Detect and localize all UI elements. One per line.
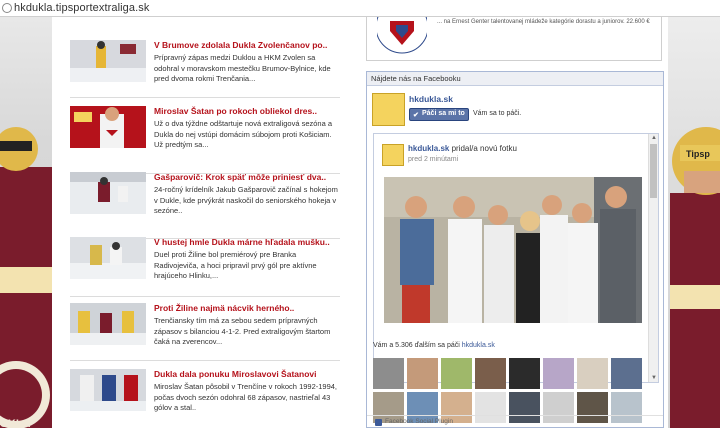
globe-icon	[2, 3, 12, 13]
news-description: 24-ročný krídelník Jakub Gašparovič začí…	[154, 185, 338, 215]
fb-fans-summary: Vám a 5.306 ďalším sa páči hkdukla.sk	[373, 342, 495, 349]
news-title[interactable]: Miroslav Šatan po rokoch obliekol dres..	[154, 106, 317, 116]
news-item[interactable]: Miroslav Šatan po rokoch obliekol dres..…	[70, 106, 340, 168]
news-item[interactable]: Gašparovič: Krok späť môže priniesť dva.…	[70, 172, 340, 234]
svg-text:DUKLA: DUKLA	[0, 418, 31, 428]
news-description: Už o dva týždne odštartuje nová extralig…	[154, 119, 333, 149]
news-thumbnail[interactable]	[70, 303, 146, 345]
scroll-up-icon[interactable]: ▲	[651, 135, 657, 141]
fb-page-name-link[interactable]: hkdukla.sk	[409, 94, 453, 104]
news-item[interactable]: V hustej hmle Dukla márne hľadala mušku.…	[70, 237, 340, 299]
news-item[interactable]: Proti Žiline najmä nácvik herného.. Tren…	[70, 303, 340, 365]
fb-plugin-label[interactable]: Facebook Social Plugin	[385, 418, 453, 425]
fb-page-logo[interactable]	[372, 93, 405, 126]
facebook-icon	[375, 419, 382, 426]
news-thumbnail[interactable]	[70, 237, 146, 279]
fb-post-header: hkdukla.sk pridal/a novú fotku	[408, 144, 517, 153]
divider	[70, 296, 340, 297]
divider	[70, 360, 340, 361]
fb-like-button-label: Páči sa mi to	[422, 110, 465, 117]
address-bar[interactable]: hkdukla.tipsportextraliga.sk	[0, 0, 720, 17]
background-right-player: Tipsp	[668, 17, 720, 428]
sponsor-text: ... na Ernest Genter talentovanej mládež…	[437, 19, 650, 25]
player-right-image: Tipsp	[670, 127, 720, 428]
svg-text:Tipsp: Tipsp	[686, 149, 710, 159]
news-title[interactable]: Proti Žiline najmä nácvik herného..	[154, 303, 294, 313]
background-left-player: SI DUKLA	[0, 17, 52, 428]
fb-plugin-footer: Facebook Social Plugin	[367, 415, 663, 428]
fan-avatar	[373, 358, 642, 423]
news-title[interactable]: V Brumove zdolala Dukla Zvolenčanov po..	[154, 40, 327, 50]
sponsor-box: ... na Ernest Genter talentovanej mládež…	[366, 17, 662, 61]
player-left-image: SI DUKLA	[0, 127, 52, 428]
news-description: Duel proti Žiline bol premiérový pre Bra…	[154, 250, 317, 280]
facebook-widget: Nájdete nás na Facebooku hkdukla.sk ✔ Pá…	[366, 71, 664, 428]
divider	[70, 97, 340, 98]
fb-post-time[interactable]: pred 2 minútami	[408, 156, 458, 163]
svg-text:SI: SI	[0, 293, 9, 303]
fb-like-status: Vám sa to páči.	[473, 110, 522, 117]
thumbs-up-icon: ✔	[413, 112, 419, 119]
fb-post-scrollbar[interactable]: ▲ ▼	[648, 134, 658, 382]
news-title[interactable]: Dukla dala ponuku Miroslavovi Šatanovi	[154, 369, 316, 379]
news-thumbnail[interactable]	[70, 172, 146, 214]
facebook-widget-title: Nájdete nás na Facebooku	[371, 74, 461, 83]
news-description: Prípravný zápas medzi Duklou a HKM Zvole…	[154, 53, 331, 83]
fb-fans-count: Vám a 5.306 ďalším sa páči	[373, 342, 460, 349]
fb-post-photo[interactable]	[384, 177, 642, 323]
scrollbar-thumb[interactable]	[650, 144, 657, 198]
club-crest-logo	[377, 17, 427, 54]
fb-fans-page-link[interactable]: hkdukla.sk	[462, 342, 495, 349]
news-description: Trenčiansky tím má za sebou sedem prípra…	[154, 316, 331, 346]
facebook-widget-header: Nájdete nás na Facebooku	[367, 72, 663, 86]
news-thumbnail[interactable]	[70, 106, 146, 148]
news-item[interactable]: V Brumove zdolala Dukla Zvolenčanov po..…	[70, 40, 340, 102]
fb-like-button[interactable]: ✔ Páči sa mi to	[409, 108, 469, 121]
news-title[interactable]: V hustej hmle Dukla márne hľadala mušku.…	[154, 237, 330, 247]
fb-post-action: pridal/a novú fotku	[451, 144, 517, 153]
news-title[interactable]: Gašparovič: Krok späť môže priniesť dva.…	[154, 172, 326, 182]
fb-post-avatar[interactable]	[382, 144, 404, 166]
news-thumbnail[interactable]	[70, 40, 146, 82]
url-text[interactable]: hkdukla.tipsportextraliga.sk	[14, 2, 149, 14]
page-content: V Brumove zdolala Dukla Zvolenčanov po..…	[52, 17, 668, 428]
news-thumbnail[interactable]	[70, 369, 146, 411]
fb-post-author-link[interactable]: hkdukla.sk	[408, 144, 449, 153]
news-description: Miroslav Šatan pôsobil v Trenčíne v roko…	[154, 382, 338, 412]
news-item[interactable]: Dukla dala ponuku Miroslavovi Šatanovi M…	[70, 369, 340, 428]
